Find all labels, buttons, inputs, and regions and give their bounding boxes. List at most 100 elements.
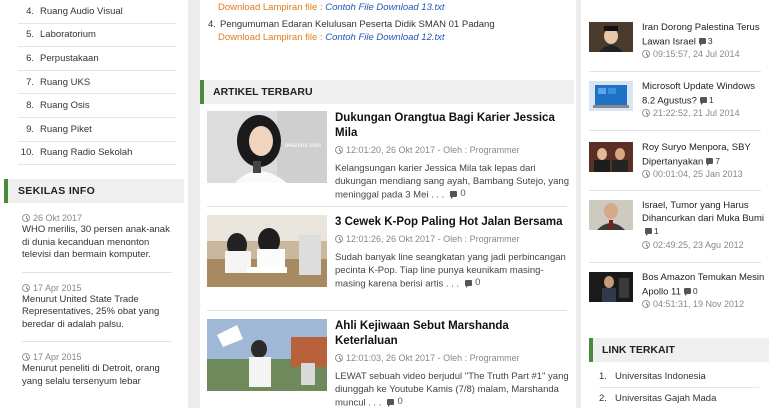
article-thumbnail[interactable]: okezone.com xyxy=(207,111,327,183)
facility-link[interactable]: Ruang UKS xyxy=(40,77,90,88)
facility-link[interactable]: Perpustakaan xyxy=(40,53,99,64)
facility-link[interactable]: Ruang Radio Sekolah xyxy=(40,147,132,158)
clock-icon xyxy=(335,235,343,243)
info-date: 17 Apr 2015 xyxy=(33,282,82,293)
announcement-item: 4. Pengumuman Edaran Kelulusan Peserta Di… xyxy=(208,18,495,31)
divider xyxy=(589,190,761,191)
article-meta: 12:01:26, 26 Okt 2017 - Oleh : Programme… xyxy=(346,234,520,244)
comment-count: 0 xyxy=(397,396,403,407)
popular-date: 00:01:04, 25 Jan 2013 xyxy=(653,169,743,180)
main-content: Download Lampiran file : Contoh File Dow… xyxy=(200,0,576,408)
list-item[interactable]: 6. Perpustakaan xyxy=(18,47,176,71)
popular-date: 04:51:31, 19 Nov 2012 xyxy=(653,299,745,310)
popular-thumbnail[interactable] xyxy=(589,22,633,52)
facility-link[interactable]: Laboratorium xyxy=(40,29,96,40)
link-item[interactable]: Universitas Gajah Mada xyxy=(615,393,716,404)
comment-icon xyxy=(645,228,652,237)
popular-thumbnail[interactable] xyxy=(589,81,633,111)
clock-icon xyxy=(642,240,650,249)
article-title[interactable]: Dukungan Orangtua Bagi Karier Jessica Mi… xyxy=(335,111,569,141)
popular-thumbnail[interactable] xyxy=(589,142,633,172)
article-excerpt: Kelangsungan karier Jessica Mila tak lep… xyxy=(335,163,569,201)
download-link[interactable]: Contoh File Download 13.txt xyxy=(325,2,444,13)
divider xyxy=(207,310,567,311)
divider xyxy=(207,206,567,207)
list-item[interactable]: 2. Universitas Gajah Mada xyxy=(599,388,759,408)
popular-title[interactable]: Roy Suryo Menpora, SBY Dipertanyakan xyxy=(642,142,751,167)
popular-item: Microsoft Update Windows 8.2 Agustus? 1 2… xyxy=(589,81,769,118)
link-item[interactable]: Universitas Indonesia xyxy=(615,371,706,382)
link-list: 1. Universitas Indonesia 2. Universitas Ga… xyxy=(599,366,759,408)
comment-icon xyxy=(387,399,395,408)
left-sidebar: 4. Ruang Audio Visual 5. Laboratorium 6. Pe… xyxy=(0,0,188,408)
clock-icon xyxy=(642,170,650,179)
article-title[interactable]: Ahli Kejiwaan Sebut Marshanda Keterlalua… xyxy=(335,319,569,349)
comment-count: 7 xyxy=(715,155,720,166)
article-item: okezone.com Dukungan Orangtua Bagi Karie… xyxy=(207,111,569,202)
comment-icon xyxy=(699,96,707,105)
popular-title[interactable]: Bos Amazon Temukan Mesin Apollo 11 xyxy=(642,272,764,297)
download-line: Download Lampiran file : Contoh File Dow… xyxy=(218,32,445,43)
list-item[interactable]: 10. Ruang Radio Sekolah xyxy=(18,142,176,166)
info-date: 17 Apr 2015 xyxy=(33,352,82,363)
article-thumbnail[interactable] xyxy=(207,319,327,391)
popular-item: Roy Suryo Menpora, SBY Dipertanyakan 7 00… xyxy=(589,142,769,179)
download-link[interactable]: Contoh File Download 12.txt xyxy=(325,32,444,43)
comment-icon xyxy=(683,287,691,296)
svg-text:okezone.com: okezone.com xyxy=(285,143,321,149)
clock-icon xyxy=(22,283,30,292)
popular-item: Iran Dorong Palestina Terus Lawan Israel… xyxy=(589,22,769,59)
article-title[interactable]: 3 Cewek K-Pop Paling Hot Jalan Bersama xyxy=(335,215,569,230)
comment-icon xyxy=(706,157,714,166)
comment-count: 3 xyxy=(707,35,713,46)
clock-icon xyxy=(642,50,650,59)
download-line: Download Lampiran file : Contoh File Dow… xyxy=(218,2,445,13)
facility-link[interactable]: Ruang Audio Visual xyxy=(40,6,123,17)
comment-count: 0 xyxy=(460,188,466,199)
announcement-link[interactable]: Pengumuman Edaran Kelulusan Peserta Didi… xyxy=(220,18,495,31)
comment-count: 1 xyxy=(708,94,714,105)
popular-date: 21:22:52, 21 Jul 2014 xyxy=(653,108,740,119)
comment-icon xyxy=(450,191,458,200)
clock-icon xyxy=(22,214,30,223)
list-item[interactable]: 1. Universitas Indonesia xyxy=(599,366,759,388)
comment-count: 1 xyxy=(654,226,659,236)
popular-item: Israel, Tumor yang Harus Dihancurkan dar… xyxy=(589,200,769,250)
article-item: 3 Cewek K-Pop Paling Hot Jalan Bersama 1… xyxy=(207,215,569,291)
right-sidebar: Iran Dorong Palestina Terus Lawan Israel… xyxy=(581,0,777,408)
article-excerpt: LEWAT sebuah video berjudul "The Truth P… xyxy=(335,371,569,408)
popular-item: Bos Amazon Temukan Mesin Apollo 11 0 04:5… xyxy=(589,272,769,309)
clock-icon xyxy=(335,146,343,154)
announcement-list: Download Lampiran file : Contoh File Dow… xyxy=(200,0,576,44)
popular-date: 02:49:25, 23 Agu 2012 xyxy=(653,239,744,250)
divider xyxy=(589,71,761,72)
article-thumbnail[interactable] xyxy=(207,215,327,287)
popular-title[interactable]: Israel, Tumor yang Harus Dihancurkan dar… xyxy=(642,200,764,224)
sekilas-info-title: SEKILAS INFO xyxy=(4,179,184,204)
comment-count: 0 xyxy=(692,285,698,296)
list-item[interactable]: 5. Laboratorium xyxy=(18,24,176,48)
divider xyxy=(22,271,172,273)
artikel-terbaru-title: ARTIKEL TERBARU xyxy=(200,80,574,104)
popular-thumbnail[interactable] xyxy=(589,200,633,230)
facility-link[interactable]: Ruang Osis xyxy=(40,100,90,111)
divider xyxy=(589,262,761,263)
list-item[interactable]: 7. Ruang UKS xyxy=(18,71,176,95)
clock-icon xyxy=(22,353,30,362)
popular-title[interactable]: Microsoft Update Windows 8.2 Agustus? xyxy=(642,81,755,106)
comment-count: 0 xyxy=(475,277,481,288)
facility-link[interactable]: Ruang Piket xyxy=(40,124,92,135)
facility-list: 4. Ruang Audio Visual 5. Laboratorium 6. Pe… xyxy=(0,0,188,166)
divider xyxy=(589,130,761,131)
article-meta: 12:01:03, 26 Okt 2017 - Oleh : Programme… xyxy=(346,353,520,363)
comment-icon xyxy=(465,280,473,289)
popular-thumbnail[interactable] xyxy=(589,272,633,302)
info-item: 17 Apr 2015 Menurut United State Trade R… xyxy=(0,283,188,332)
list-item[interactable]: 8. Ruang Osis xyxy=(18,94,176,118)
popular-date: 09:15:57, 24 Jul 2014 xyxy=(653,49,740,60)
clock-icon xyxy=(642,109,650,118)
article-meta: 12:01:20, 26 Okt 2017 - Oleh : Programme… xyxy=(346,145,520,155)
list-item[interactable]: 4. Ruang Audio Visual xyxy=(18,0,176,24)
clock-icon xyxy=(335,354,343,362)
list-item[interactable]: 9. Ruang Piket xyxy=(18,118,176,142)
